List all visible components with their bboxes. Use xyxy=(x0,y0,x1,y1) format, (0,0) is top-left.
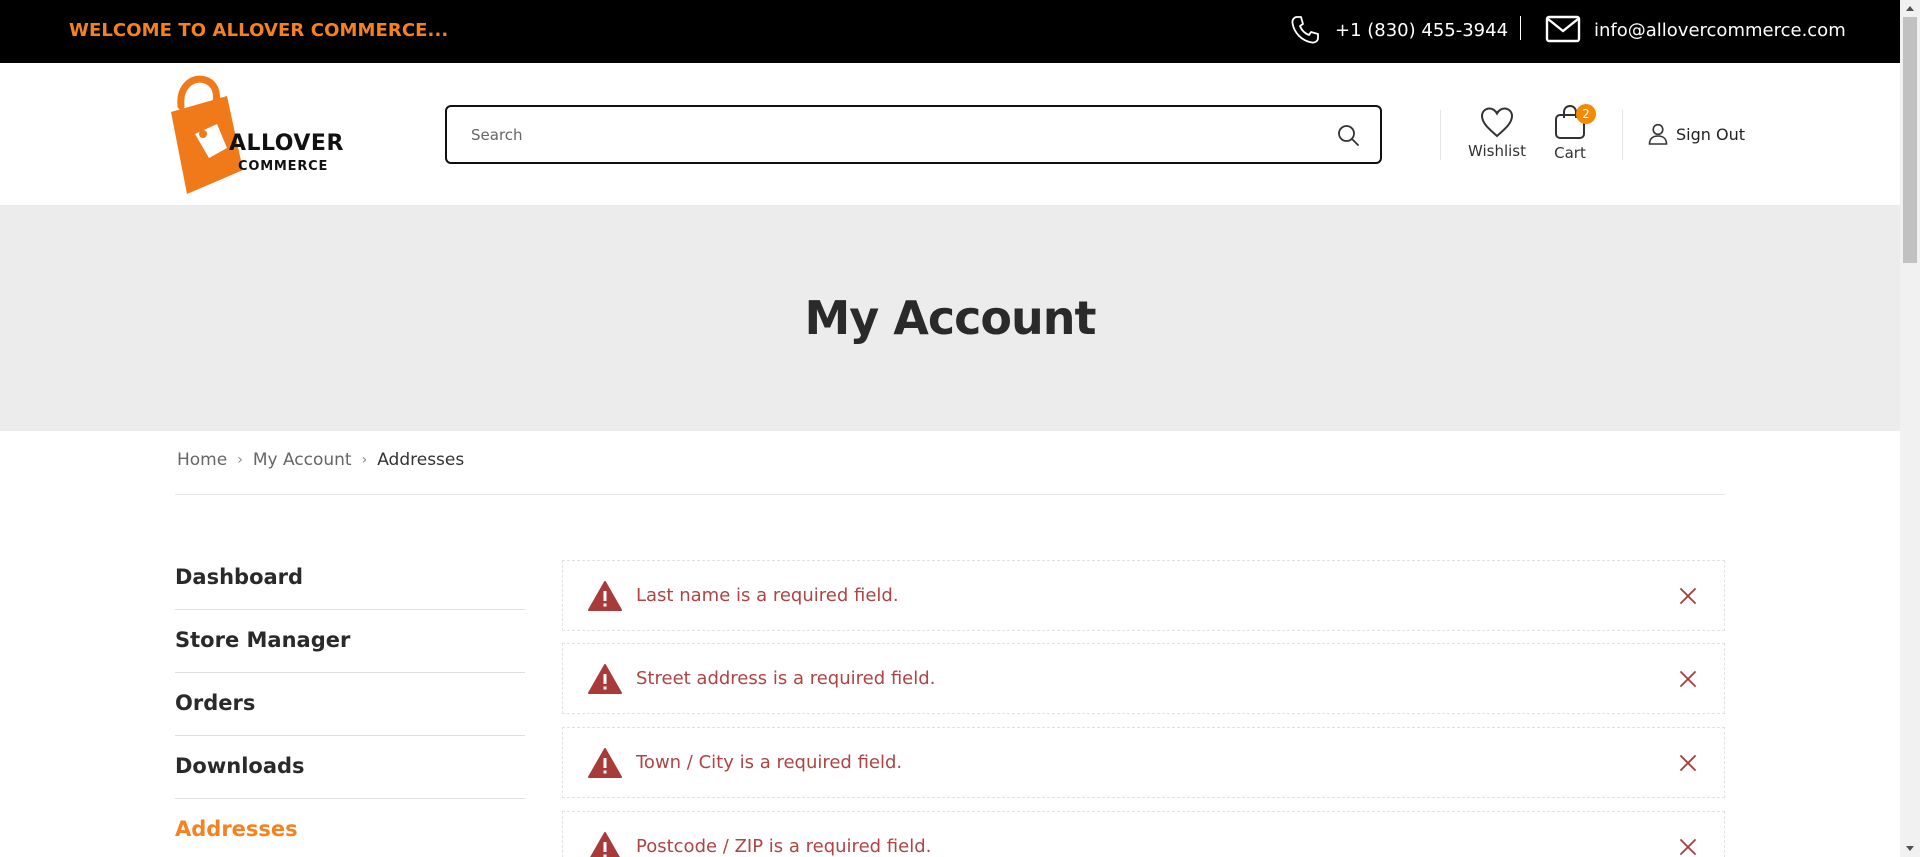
sidebar-item-addresses[interactable]: Addresses xyxy=(175,799,525,857)
top-bar: WELCOME TO ALLOVER COMMERCE... +1 (830) … xyxy=(0,0,1900,63)
breadcrumb-addresses: Addresses xyxy=(377,450,465,470)
sidebar-item-store-manager[interactable]: Store Manager xyxy=(175,610,525,673)
chevron-right-icon: › xyxy=(361,452,368,468)
error-message: Postcode / ZIP is a required field. xyxy=(636,836,932,857)
mail-icon xyxy=(1545,15,1581,43)
sidebar-item-dashboard[interactable]: Dashboard xyxy=(175,547,525,610)
breadcrumb-my-account[interactable]: My Account xyxy=(253,450,352,470)
cart-button[interactable]: 2 Cart xyxy=(1550,104,1596,166)
account-sidebar: Dashboard Store Manager Orders Downloads… xyxy=(175,547,525,857)
error-message: Street address is a required field. xyxy=(636,668,936,689)
search-icon[interactable] xyxy=(1336,123,1360,147)
header-divider xyxy=(1440,110,1441,160)
error-message: Last name is a required field. xyxy=(636,585,899,606)
breadcrumb-divider xyxy=(175,494,1725,495)
breadcrumb: Home › My Account › Addresses xyxy=(177,450,464,470)
email-address[interactable]: info@allovercommerce.com xyxy=(1594,20,1846,41)
phone-icon xyxy=(1291,16,1319,44)
sign-out-label: Sign Out xyxy=(1676,124,1745,144)
close-icon[interactable] xyxy=(1678,753,1698,773)
sign-out-link[interactable]: Sign Out xyxy=(1648,123,1745,145)
close-icon[interactable] xyxy=(1678,669,1698,689)
phone-number[interactable]: +1 (830) 455-3944 xyxy=(1335,20,1508,41)
logo-wordmark-line2: COMMERCE xyxy=(238,159,329,174)
topbar-divider xyxy=(1520,16,1521,40)
wishlist-label: Wishlist xyxy=(1467,142,1527,160)
error-notice: Street address is a required field. xyxy=(562,643,1725,714)
error-message: Town / City is a required field. xyxy=(636,752,903,773)
logo-wordmark-line1: ALLOVER xyxy=(229,131,344,156)
sidebar-item-orders[interactable]: Orders xyxy=(175,673,525,736)
warning-icon xyxy=(588,748,622,778)
error-notice: Town / City is a required field. xyxy=(562,727,1725,798)
user-icon xyxy=(1648,123,1668,145)
page-title: My Account xyxy=(804,291,1097,345)
error-notice: Last name is a required field. xyxy=(562,560,1725,631)
cart-count-badge: 2 xyxy=(1576,104,1596,124)
error-notice: Postcode / ZIP is a required field. xyxy=(562,811,1725,857)
warning-icon xyxy=(588,581,622,611)
warning-icon xyxy=(590,832,620,857)
scroll-down-arrow-icon[interactable] xyxy=(1900,840,1920,857)
cart-label: Cart xyxy=(1554,144,1586,162)
welcome-text: WELCOME TO ALLOVER COMMERCE... xyxy=(69,20,449,41)
sidebar-item-downloads[interactable]: Downloads xyxy=(175,736,525,799)
close-icon[interactable] xyxy=(1678,586,1698,606)
warning-icon xyxy=(588,664,622,694)
page-hero: My Account xyxy=(0,205,1900,431)
wishlist-button[interactable]: Wishlist xyxy=(1466,106,1528,166)
scrollbar-thumb[interactable] xyxy=(1903,17,1917,263)
chevron-right-icon: › xyxy=(237,452,243,468)
page-scrollbar[interactable] xyxy=(1900,0,1920,857)
search-box xyxy=(445,105,1382,164)
breadcrumb-home[interactable]: Home xyxy=(177,450,227,470)
search-input[interactable] xyxy=(471,107,1311,162)
scroll-up-arrow-icon[interactable] xyxy=(1900,0,1920,17)
heart-icon xyxy=(1480,107,1514,138)
close-icon[interactable] xyxy=(1678,837,1698,857)
header-divider xyxy=(1622,110,1623,160)
